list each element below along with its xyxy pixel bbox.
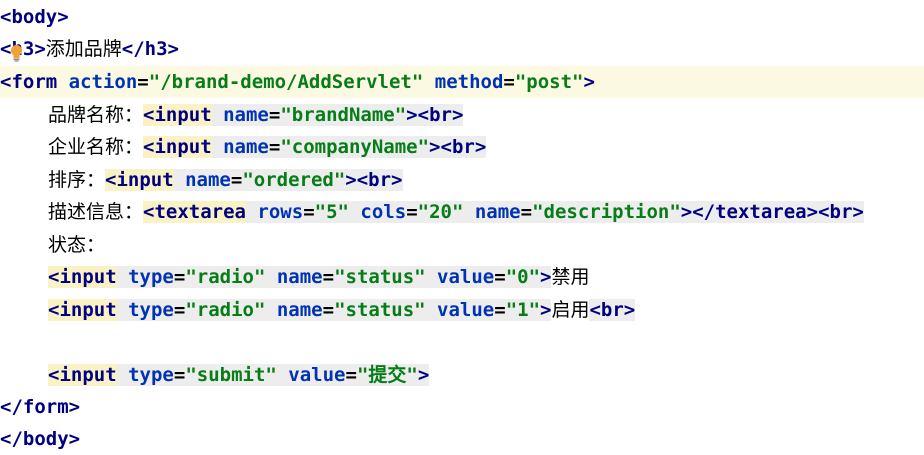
attr-value-token: "ordered" bbox=[242, 169, 346, 191]
text-token: 状态： bbox=[48, 234, 106, 256]
text-token: 排序： bbox=[48, 169, 106, 191]
attr-value-token: "status" bbox=[334, 266, 426, 288]
tag-token: <input bbox=[48, 299, 117, 321]
attr-value-token: "20" bbox=[417, 201, 464, 223]
tag-token: ></textarea> bbox=[680, 201, 819, 223]
tag-token: <input bbox=[105, 169, 174, 191]
code-line[interactable]: </body> bbox=[0, 423, 80, 455]
tag-token: <br> bbox=[818, 201, 864, 223]
code-line[interactable]: 排序：<input name="ordered"><br> bbox=[0, 164, 403, 196]
attr-value-token: "description" bbox=[532, 201, 681, 223]
code-line[interactable]: <input type="radio" name="status" value=… bbox=[0, 261, 589, 293]
code-line[interactable]: 企业名称：<input name="companyName"><br> bbox=[0, 131, 487, 163]
attr-value-token: "提交" bbox=[356, 364, 418, 386]
text-token: 启用 bbox=[551, 299, 590, 321]
text-token: 企业名称： bbox=[48, 136, 144, 158]
tag-token: > bbox=[429, 136, 441, 158]
attr-value-token: "status" bbox=[334, 299, 426, 321]
attr-name-token: value bbox=[288, 364, 346, 386]
attr-name-token: type bbox=[128, 299, 174, 321]
attr-value-token: "brandName" bbox=[280, 104, 407, 126]
attr-value-token: "radio" bbox=[185, 266, 266, 288]
attr-name-token: cols bbox=[360, 201, 407, 223]
attr-value-token: "companyName" bbox=[280, 136, 430, 158]
attr-value-token: "post" bbox=[514, 71, 584, 93]
tag-token: <form bbox=[0, 71, 58, 93]
tag-token: <textarea bbox=[143, 201, 246, 223]
attr-name-token: name bbox=[223, 104, 269, 126]
tag-token: </body> bbox=[0, 428, 81, 450]
attr-name-token: name bbox=[276, 299, 323, 321]
attr-value-token: "0" bbox=[505, 266, 541, 288]
code-line-current[interactable]: <form action="/brand-demo/AddServlet" me… bbox=[0, 66, 924, 98]
attr-name-token: type bbox=[128, 266, 174, 288]
code-line[interactable]: <input type="submit" value="提交"> bbox=[0, 359, 430, 391]
tag-token: > bbox=[417, 364, 430, 386]
attr-name-token: action bbox=[68, 71, 138, 93]
attr-name-token: name bbox=[223, 136, 269, 158]
tag-token: > bbox=[583, 71, 595, 93]
text-token: 禁用 bbox=[551, 266, 590, 288]
code-line[interactable]: </form> bbox=[0, 391, 80, 423]
code-line[interactable]: 状态： bbox=[0, 229, 105, 261]
tag-token: <br> bbox=[356, 169, 403, 191]
attr-name-token: value bbox=[437, 299, 495, 321]
tag-token: <br> bbox=[440, 136, 487, 158]
attr-name-token: value bbox=[437, 266, 495, 288]
attr-name-token: name bbox=[276, 266, 323, 288]
tag-token: </form> bbox=[0, 396, 81, 418]
tag-token: </h3> bbox=[121, 38, 179, 60]
attr-name-token: name bbox=[185, 169, 231, 191]
text-token: 添加品牌 bbox=[45, 38, 122, 60]
code-line[interactable]: <h3>添加品牌</h3> bbox=[0, 33, 179, 65]
attr-name-token: name bbox=[474, 201, 521, 223]
tag-token: > bbox=[406, 104, 418, 126]
code-line[interactable]: <body> bbox=[0, 1, 69, 33]
attr-name-token: method bbox=[434, 71, 504, 93]
attr-name-token: rows bbox=[257, 201, 304, 223]
code-line[interactable]: 描述信息：<textarea rows="5" cols="20" name="… bbox=[0, 196, 864, 228]
code-line[interactable]: 品牌名称：<input name="brandName"><br> bbox=[0, 99, 464, 131]
attr-value-token: "submit" bbox=[185, 364, 277, 386]
tag-token: > bbox=[345, 169, 357, 191]
tag-token: <input bbox=[143, 104, 212, 126]
attr-name-token: type bbox=[128, 364, 174, 386]
code-line[interactable]: <input type="radio" name="status" value=… bbox=[0, 294, 636, 326]
tag-token: <input bbox=[48, 266, 117, 288]
text-token: 描述信息： bbox=[48, 201, 144, 223]
attr-value-token: "5" bbox=[314, 201, 349, 223]
tag-token: <body> bbox=[0, 6, 69, 28]
tag-token: <br> bbox=[417, 104, 464, 126]
tag-token: <input bbox=[48, 364, 117, 386]
lightbulb-icon[interactable] bbox=[10, 44, 23, 62]
tag-token: <br> bbox=[589, 299, 636, 321]
text-token: 品牌名称： bbox=[48, 104, 144, 126]
attr-value-token: "radio" bbox=[185, 299, 266, 321]
tag-token: > bbox=[540, 299, 552, 321]
code-editor[interactable]: <body> <h3>添加品牌</h3> <form action="/bran… bbox=[0, 0, 924, 450]
tag-token: <input bbox=[143, 136, 212, 158]
tag-token: > bbox=[540, 266, 552, 288]
attr-value-token: "1" bbox=[505, 299, 541, 321]
attr-value-token: "/brand-demo/AddServlet" bbox=[148, 71, 424, 93]
